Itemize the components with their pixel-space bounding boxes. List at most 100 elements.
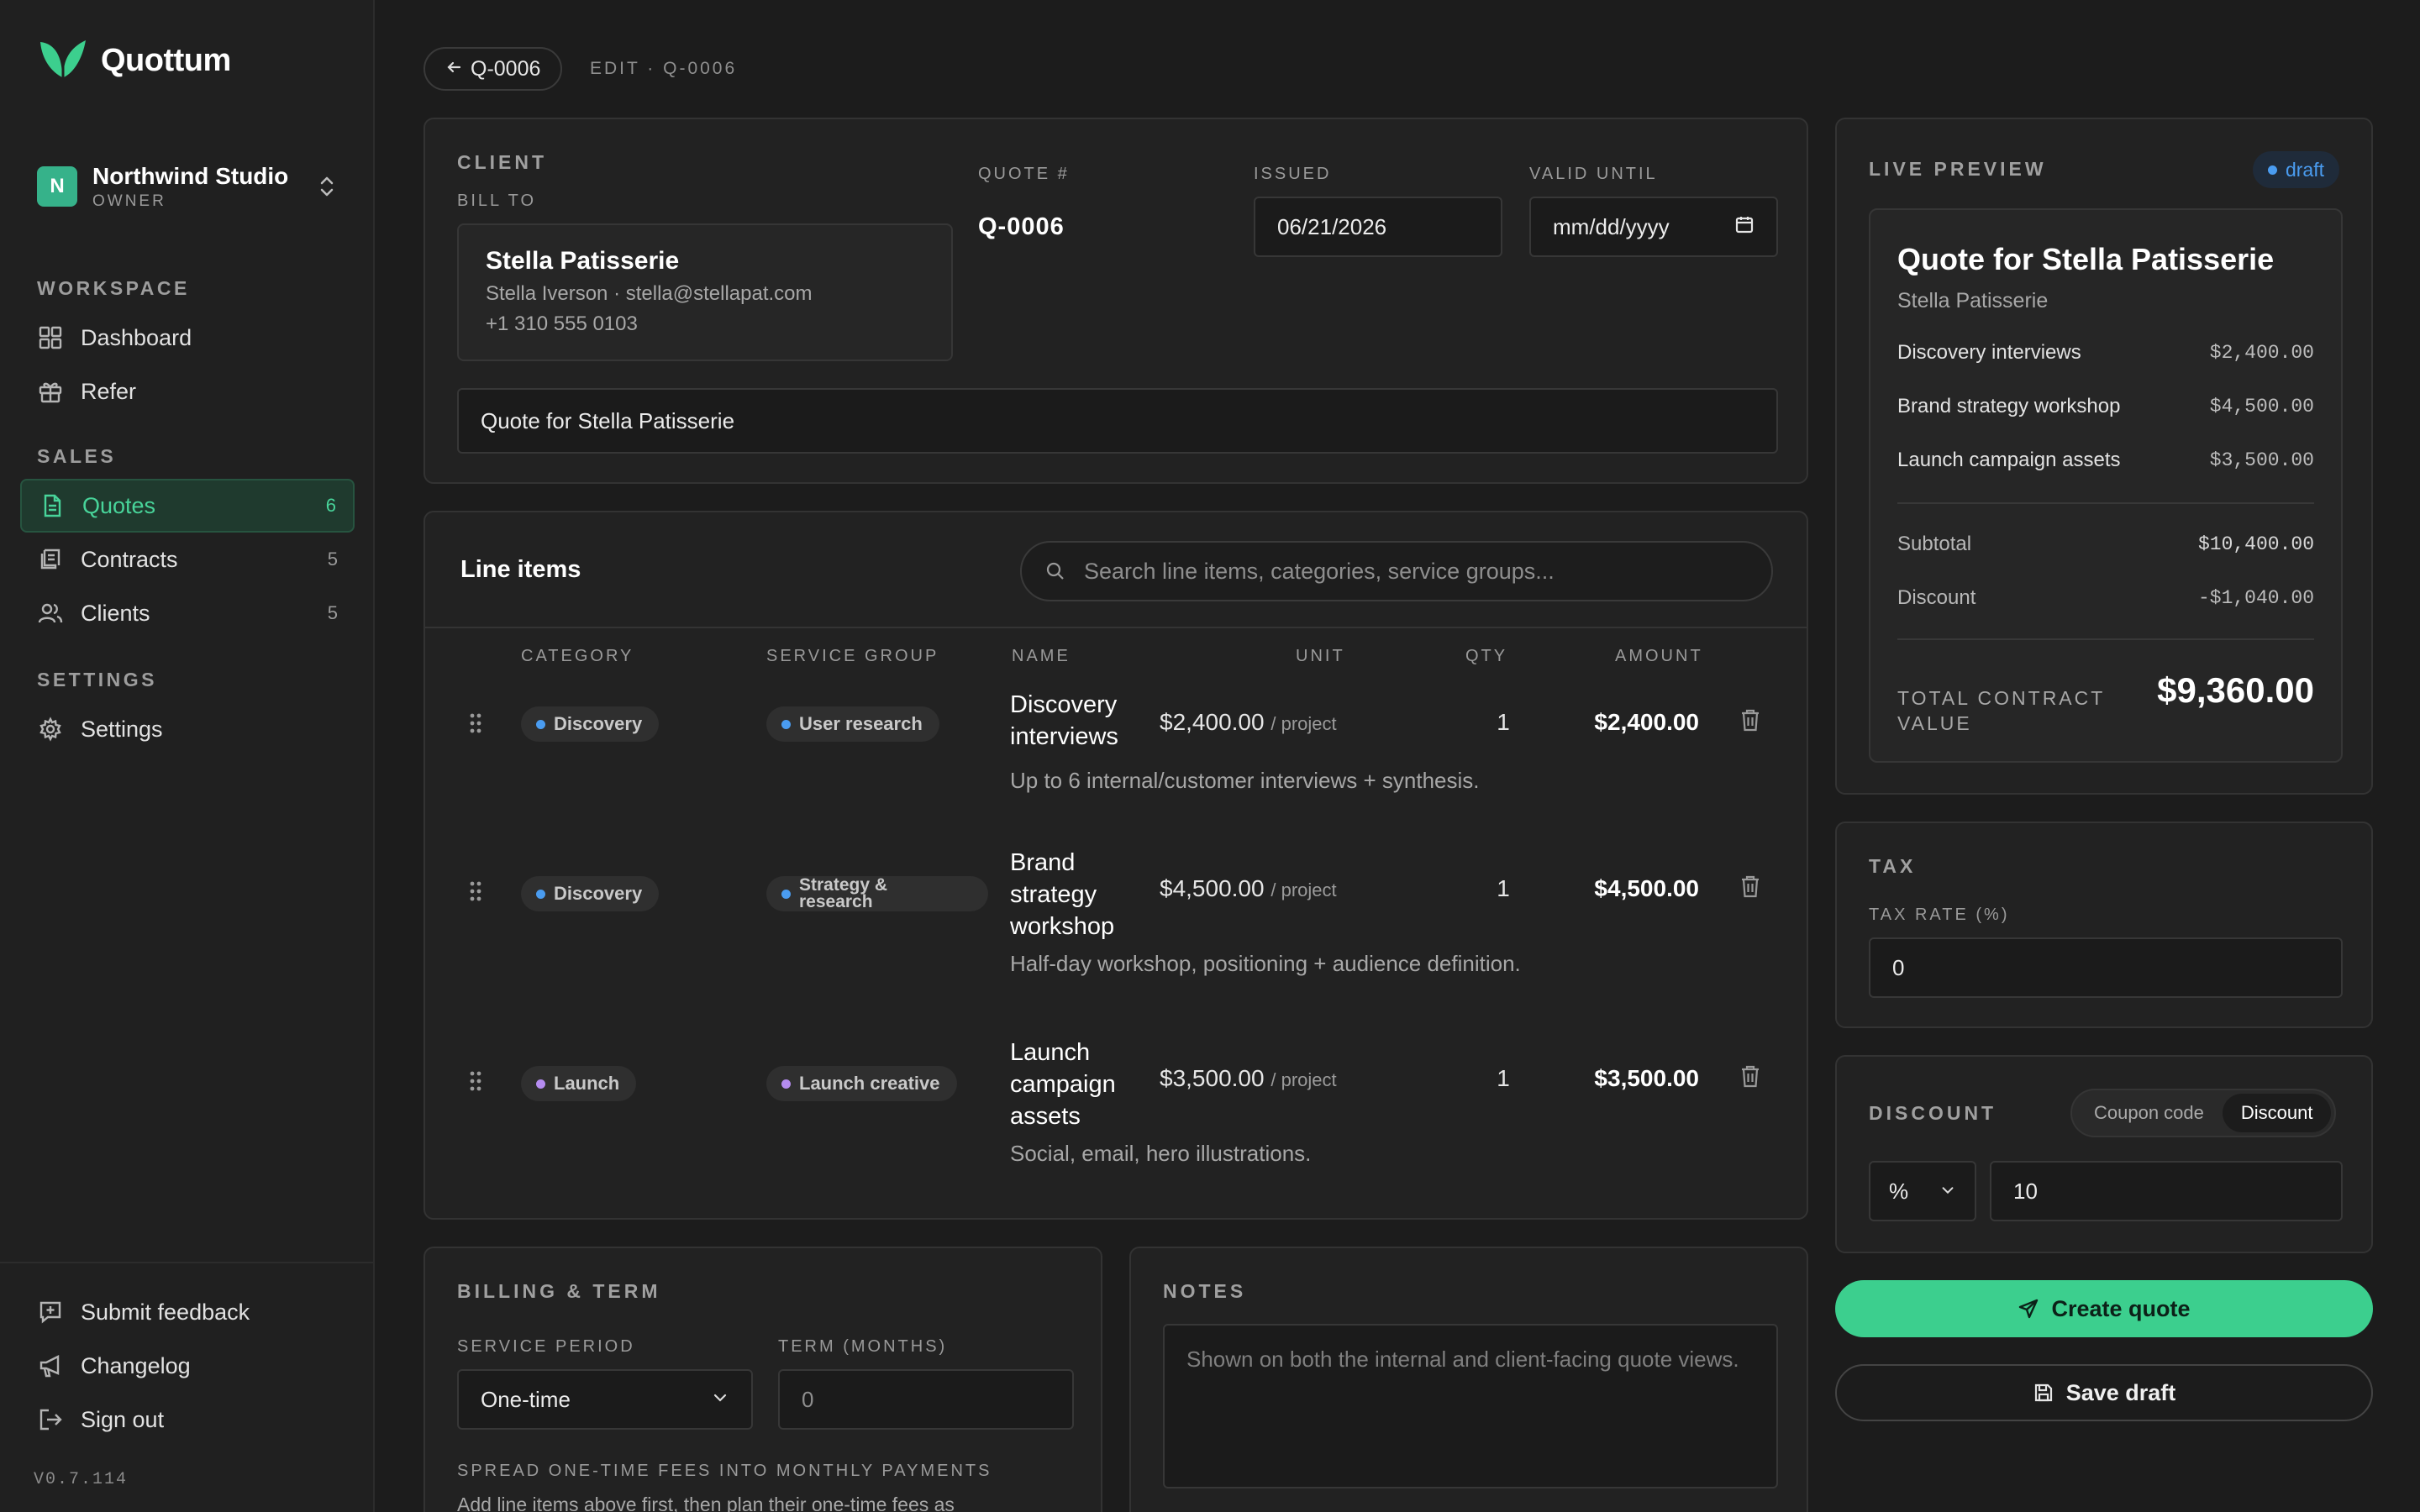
- line-item-row[interactable]: Discovery User research Discovery interv…: [425, 689, 1807, 857]
- service-period-select[interactable]: One-time: [457, 1369, 753, 1430]
- discount-type-value: %: [1889, 1178, 1909, 1204]
- item-amount: $3,500.00: [1594, 1065, 1699, 1091]
- trash-icon[interactable]: [1739, 707, 1761, 737]
- client-phone: +1 310 555 0103: [486, 312, 638, 335]
- tax-rate-input[interactable]: 0: [1869, 937, 2343, 998]
- category-pill[interactable]: Launch: [521, 1066, 637, 1101]
- discount-type-select[interactable]: %: [1869, 1161, 1976, 1221]
- submit-feedback-link[interactable]: Submit feedback: [20, 1285, 355, 1339]
- item-description[interactable]: Half-day workshop, positioning + audienc…: [1010, 951, 1521, 977]
- gift-icon: [37, 378, 64, 405]
- client-picker[interactable]: Stella Patisserie Stella Iverson · stell…: [457, 223, 953, 361]
- discount-option[interactable]: Discount: [2222, 1094, 2332, 1132]
- item-unit-value: $2,400.00: [1160, 709, 1265, 735]
- preview-divider: [1897, 638, 2314, 640]
- sidebar-item-contracts[interactable]: Contracts 5: [20, 533, 355, 586]
- item-qty[interactable]: 1: [1491, 1065, 1516, 1092]
- item-unit-value: $3,500.00: [1160, 1065, 1265, 1091]
- preview-discount-row: Discount -$1,040.00: [1897, 586, 2314, 610]
- discount-mode-toggle[interactable]: Coupon code Discount: [2070, 1089, 2337, 1137]
- item-unit-per: / project: [1270, 879, 1337, 900]
- service-group-pill[interactable]: Strategy & research: [766, 876, 988, 911]
- brand[interactable]: Quottum: [37, 37, 231, 85]
- sign-out-link[interactable]: Sign out: [20, 1393, 355, 1446]
- sidebar-item-dashboard[interactable]: Dashboard: [20, 311, 355, 365]
- issued-date-input[interactable]: 06/21/2026: [1254, 197, 1502, 257]
- trash-icon[interactable]: [1739, 1063, 1761, 1093]
- search-placeholder: Search line items, categories, service g…: [1084, 558, 1555, 584]
- item-qty[interactable]: 1: [1491, 875, 1516, 902]
- col-service-group: SERVICE GROUP: [766, 647, 939, 665]
- discount-value: -$1,040.00: [2197, 587, 2314, 609]
- sidebar-item-quotes[interactable]: Quotes 6: [20, 479, 355, 533]
- col-unit: UNIT: [1296, 647, 1345, 665]
- valid-until-input[interactable]: mm/dd/yyyy: [1529, 197, 1778, 257]
- line-item-row[interactable]: Launch Launch creative Launch campaign a…: [425, 1037, 1807, 1205]
- sidebar-item-refer[interactable]: Refer: [20, 365, 355, 418]
- trash-icon[interactable]: [1739, 874, 1761, 903]
- quote-number-label: QUOTE #: [978, 165, 1070, 183]
- quote-title-input[interactable]: Quote for Stella Patisserie: [457, 388, 1778, 454]
- billing-term-card: BILLING & TERM SERVICE PERIOD One-time T…: [424, 1247, 1102, 1512]
- item-unit-per: / project: [1270, 1069, 1337, 1090]
- item-name[interactable]: Brand strategy workshop: [1010, 847, 1153, 942]
- service-group-pill[interactable]: User research: [766, 706, 939, 742]
- client-card: CLIENT BILL TO Stella Patisserie Stella …: [424, 118, 1808, 484]
- service-group-dot: [781, 719, 791, 729]
- brand-name: Quottum: [101, 43, 231, 78]
- category-dot: [536, 889, 545, 899]
- sidebar-item-label: Settings: [81, 716, 163, 742]
- line-items-search-input[interactable]: Search line items, categories, service g…: [1020, 541, 1773, 601]
- changelog-link[interactable]: Changelog: [20, 1339, 355, 1393]
- item-unit-price[interactable]: $3,500.00 / project: [1160, 1065, 1337, 1092]
- calendar-icon[interactable]: [1734, 214, 1754, 240]
- line-items-title: Line items: [460, 556, 581, 583]
- item-amount: $2,400.00: [1594, 709, 1699, 735]
- back-button[interactable]: Q-0006: [424, 47, 563, 91]
- notes-textarea[interactable]: Shown on both the internal and client-fa…: [1163, 1324, 1778, 1488]
- service-group-label: Strategy & research: [799, 875, 888, 911]
- preview-item-row: Brand strategy workshop $4,500.00: [1897, 395, 2314, 418]
- category-pill[interactable]: Discovery: [521, 706, 660, 742]
- line-item-row[interactable]: Discovery Strategy & research Brand stra…: [425, 847, 1807, 1032]
- item-name[interactable]: Discovery interviews: [1010, 689, 1153, 753]
- bill-to-label: BILL TO: [457, 192, 537, 210]
- item-unit-price[interactable]: $4,500.00 / project: [1160, 875, 1337, 902]
- preview-subtotal-row: Subtotal $10,400.00: [1897, 533, 2314, 556]
- category-dot: [536, 719, 545, 729]
- sidebar-item-label: Quotes: [82, 492, 156, 518]
- category-pill[interactable]: Discovery: [521, 876, 660, 911]
- spread-fees-help: Add line items above first, then plan th…: [457, 1494, 955, 1512]
- save-draft-button[interactable]: Save draft: [1835, 1364, 2373, 1421]
- item-description[interactable]: Social, email, hero illustrations.: [1010, 1141, 1311, 1167]
- preview-item-amount: $4,500.00: [2209, 396, 2314, 417]
- drag-handle-icon[interactable]: [469, 1070, 482, 1096]
- subtotal-value: $10,400.00: [2197, 533, 2314, 555]
- sidebar-item-label: Changelog: [81, 1352, 191, 1378]
- discount-amount-input[interactable]: 10: [1990, 1161, 2343, 1221]
- item-description[interactable]: Up to 6 internal/customer interviews + s…: [1010, 768, 1480, 794]
- nav-section-settings: SETTINGS: [37, 669, 158, 690]
- item-name[interactable]: Launch campaign assets: [1010, 1037, 1153, 1132]
- create-quote-button[interactable]: Create quote: [1835, 1280, 2373, 1337]
- item-qty[interactable]: 1: [1491, 709, 1516, 736]
- sidebar-item-settings[interactable]: Settings: [20, 702, 355, 756]
- log-out-icon: [37, 1406, 64, 1433]
- service-group-label: Launch creative: [799, 1073, 940, 1094]
- sidebar-item-clients[interactable]: Clients 5: [20, 586, 355, 640]
- drag-handle-icon[interactable]: [469, 712, 482, 738]
- item-unit-price[interactable]: $2,400.00 / project: [1160, 709, 1337, 736]
- service-group-dot: [781, 1079, 791, 1089]
- nav-section-workspace: WORKSPACE: [37, 277, 190, 299]
- valid-until-placeholder: mm/dd/yyyy: [1553, 213, 1670, 239]
- coupon-code-option[interactable]: Coupon code: [2075, 1094, 2223, 1132]
- sidebar-item-count: 5: [327, 602, 338, 623]
- service-group-pill[interactable]: Launch creative: [766, 1066, 957, 1101]
- org-switcher[interactable]: N Northwind Studio OWNER: [37, 160, 339, 213]
- service-group-dot: [781, 889, 791, 899]
- term-months-input[interactable]: 0: [778, 1369, 1074, 1430]
- service-period-value: One-time: [481, 1386, 571, 1412]
- org-avatar: N: [37, 166, 77, 207]
- preview-item-row: Discovery interviews $2,400.00: [1897, 341, 2314, 365]
- drag-handle-icon[interactable]: [469, 880, 482, 906]
